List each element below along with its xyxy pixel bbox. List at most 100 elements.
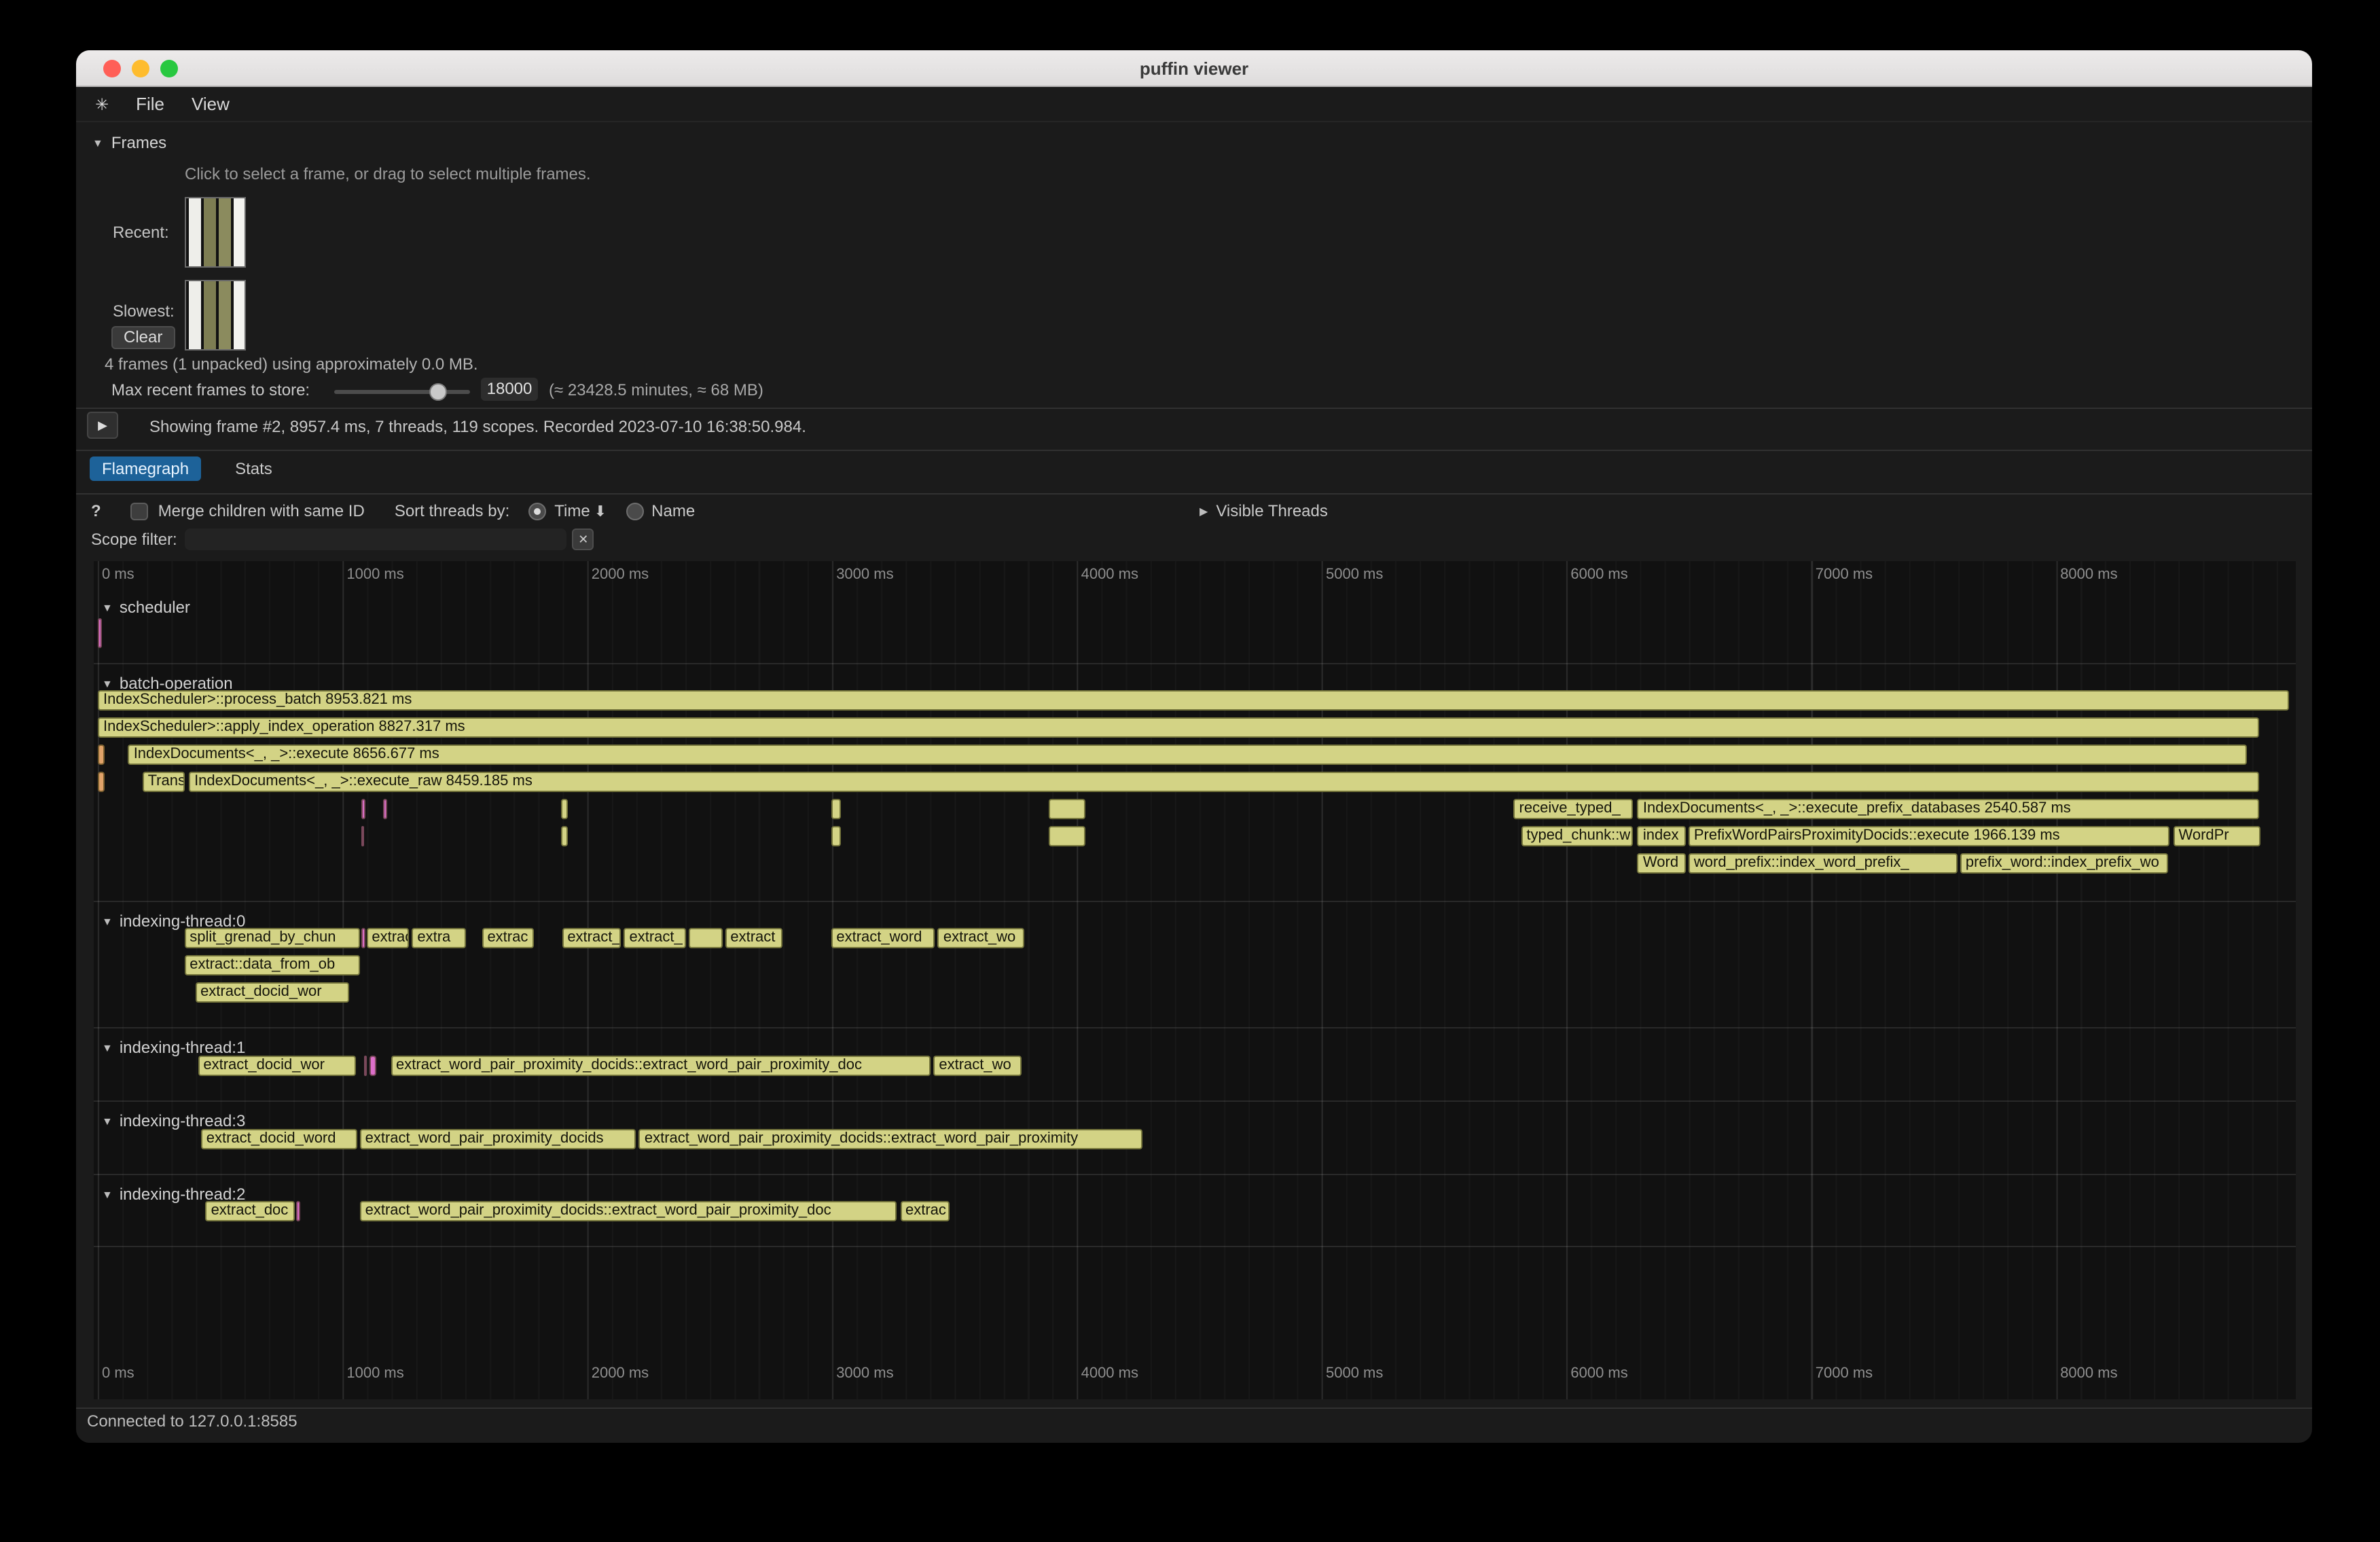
flame-bar[interactable] [831, 799, 841, 819]
flame-bar[interactable] [1049, 799, 1085, 819]
clear-button[interactable]: Clear [111, 326, 175, 349]
flame-bar[interactable]: extract_docid_word [201, 1129, 357, 1149]
flame-bar-label: index [1639, 827, 1684, 845]
max-frames-slider-knob[interactable] [429, 383, 447, 401]
sort-direction-icon[interactable]: ⬇ [594, 502, 607, 520]
flame-bar[interactable]: split_grenad_by_chun [184, 928, 359, 948]
merge-children-checkbox[interactable] [131, 502, 149, 520]
flame-bar[interactable]: IndexDocuments<_, _>::execute_prefix_dat… [1638, 799, 2260, 819]
flamegraph-canvas[interactable]: 0 ms0 ms1000 ms1000 ms2000 ms2000 ms3000… [94, 561, 2296, 1399]
minimize-window-button[interactable] [132, 60, 149, 77]
max-frames-slider-track[interactable] [334, 390, 470, 394]
flame-bar[interactable] [384, 799, 387, 819]
flame-bar[interactable] [362, 928, 365, 948]
flame-bar[interactable]: IndexScheduler>::apply_index_operation 8… [98, 717, 2258, 738]
maximize-window-button[interactable] [160, 60, 178, 77]
flame-bar[interactable]: extract_word [831, 928, 935, 948]
thread-header[interactable]: ▼scheduler [102, 598, 190, 617]
sort-time-label[interactable]: Time [554, 501, 590, 520]
flame-bar[interactable] [98, 745, 105, 765]
flame-bar[interactable] [831, 826, 841, 846]
flame-bar[interactable] [689, 928, 722, 948]
flame-bar[interactable] [369, 1056, 377, 1076]
flame-bar[interactable]: extract::data_from_ob [184, 955, 359, 975]
flame-bar[interactable]: typed_chunk::w [1521, 826, 1633, 846]
flame-bar[interactable] [363, 1056, 367, 1076]
menu-view[interactable]: View [192, 94, 230, 114]
flame-bar-label: extract_docid_word [202, 1130, 356, 1148]
flame-bar[interactable]: index [1638, 826, 1686, 846]
sort-time-radio[interactable] [528, 502, 546, 520]
visible-threads-header[interactable]: ▶ Visible Threads [1200, 501, 1328, 520]
flame-bar[interactable]: extract [725, 928, 782, 948]
recent-frames-thumbnail[interactable] [185, 197, 246, 268]
flame-bar[interactable] [98, 618, 102, 648]
flame-bar[interactable]: PrefixWordPairsProximityDocids::execute … [1689, 826, 2170, 846]
flame-bar[interactable]: extract_ [562, 928, 621, 948]
flame-bar[interactable]: extrac [482, 928, 534, 948]
flame-bar[interactable]: extract_word_pair_proximity_docids::extr… [391, 1056, 931, 1076]
flame-bar[interactable]: WordPr [2173, 826, 2260, 846]
flame-bar[interactable] [561, 799, 569, 819]
menu-file[interactable]: File [136, 94, 164, 114]
clear-filter-button[interactable]: ✕ [573, 528, 594, 550]
thread-name: indexing-thread:1 [120, 1038, 245, 1057]
flame-bar-label: IndexDocuments<_, _>::execute_prefix_dat… [1639, 800, 2258, 818]
thread-header[interactable]: ▼indexing-thread:1 [102, 1038, 245, 1057]
tab-stats[interactable]: Stats [223, 456, 285, 481]
flame-bar[interactable]: Word [1638, 853, 1686, 874]
flame-bar[interactable]: extract_word_pair_proximity_docids [360, 1129, 636, 1149]
play-button[interactable]: ▶ [87, 412, 118, 439]
frames-section-header[interactable]: ▼ Frames [92, 133, 166, 152]
flame-bar[interactable]: extract [366, 928, 408, 948]
help-icon[interactable]: ? [91, 501, 101, 520]
slowest-frames-thumbnail[interactable] [185, 280, 246, 351]
flame-bar[interactable]: extract_word_pair_proximity_docids::extr… [360, 1201, 897, 1221]
flame-bar-label: receive_typed_ [1515, 800, 1632, 818]
flame-bar[interactable] [362, 799, 365, 819]
flame-bar[interactable]: extract_docid_wor [198, 1056, 355, 1076]
flame-bar-label: PrefixWordPairsProximityDocids::execute … [1690, 827, 2169, 845]
flame-bar[interactable]: extract_wo [933, 1056, 1021, 1076]
sort-name-label[interactable]: Name [651, 501, 695, 520]
flame-bar[interactable] [1049, 826, 1085, 846]
section-separator [94, 663, 2296, 664]
flame-bar-label: IndexDocuments<_, _>::execute_raw 8459.1… [190, 773, 2258, 791]
puffin-viewer-window: puffin viewer ✳ File View ▼ Frames Click… [76, 50, 2312, 1443]
flame-bar-label: extrac [483, 929, 533, 947]
tab-flamegraph[interactable]: Flamegraph [90, 456, 201, 481]
time-axis-label: 2000 ms [592, 567, 649, 583]
flame-bar[interactable]: IndexDocuments<_, _>::execute 8656.677 m… [128, 745, 2248, 765]
flame-bar-label: extract_word [832, 929, 933, 947]
theme-toggle-icon[interactable]: ✳ [95, 94, 109, 113]
flame-bar[interactable]: extrac [900, 1201, 950, 1221]
close-window-button[interactable] [103, 60, 121, 77]
flame-bar[interactable]: extract_doc [206, 1201, 295, 1221]
flame-bar[interactable] [296, 1201, 300, 1221]
flame-bar[interactable]: Trans [143, 772, 185, 792]
flame-bar-label: extract_wo [939, 929, 1023, 947]
time-axis-label: 2000 ms [592, 1365, 649, 1382]
flame-bar[interactable]: extract_ [624, 928, 685, 948]
flame-bar[interactable]: extract_docid_wor [195, 982, 349, 1003]
thread-name: indexing-thread:3 [120, 1111, 245, 1130]
scope-filter-input[interactable] [185, 528, 567, 550]
flame-bar[interactable]: extract_word_pair_proximity_docids::extr… [639, 1129, 1143, 1149]
flame-bar[interactable] [98, 772, 105, 792]
flame-bar[interactable]: IndexDocuments<_, _>::execute_raw 8459.1… [189, 772, 2260, 792]
flame-bar[interactable] [362, 826, 365, 846]
flame-bar[interactable]: word_prefix::index_word_prefix_ [1689, 853, 1958, 874]
flame-bar[interactable] [561, 826, 569, 846]
close-icon: ✕ [578, 532, 588, 547]
sort-name-radio[interactable] [626, 502, 643, 520]
flame-bar[interactable]: extra [412, 928, 465, 948]
flame-bar[interactable]: prefix_word::index_prefix_wo [1960, 853, 2168, 874]
flame-bar[interactable]: receive_typed_ [1514, 799, 1634, 819]
time-axis-label: 3000 ms [836, 567, 893, 583]
flame-bar-label: extract_wo [935, 1057, 1020, 1075]
flame-bar[interactable]: IndexScheduler>::process_batch 8953.821 … [98, 690, 2290, 711]
max-frames-value[interactable]: 18000 [481, 378, 538, 401]
thread-header[interactable]: ▼indexing-thread:3 [102, 1111, 245, 1130]
flame-bar[interactable]: extract_wo [938, 928, 1024, 948]
titlebar[interactable]: puffin viewer [76, 50, 2312, 87]
